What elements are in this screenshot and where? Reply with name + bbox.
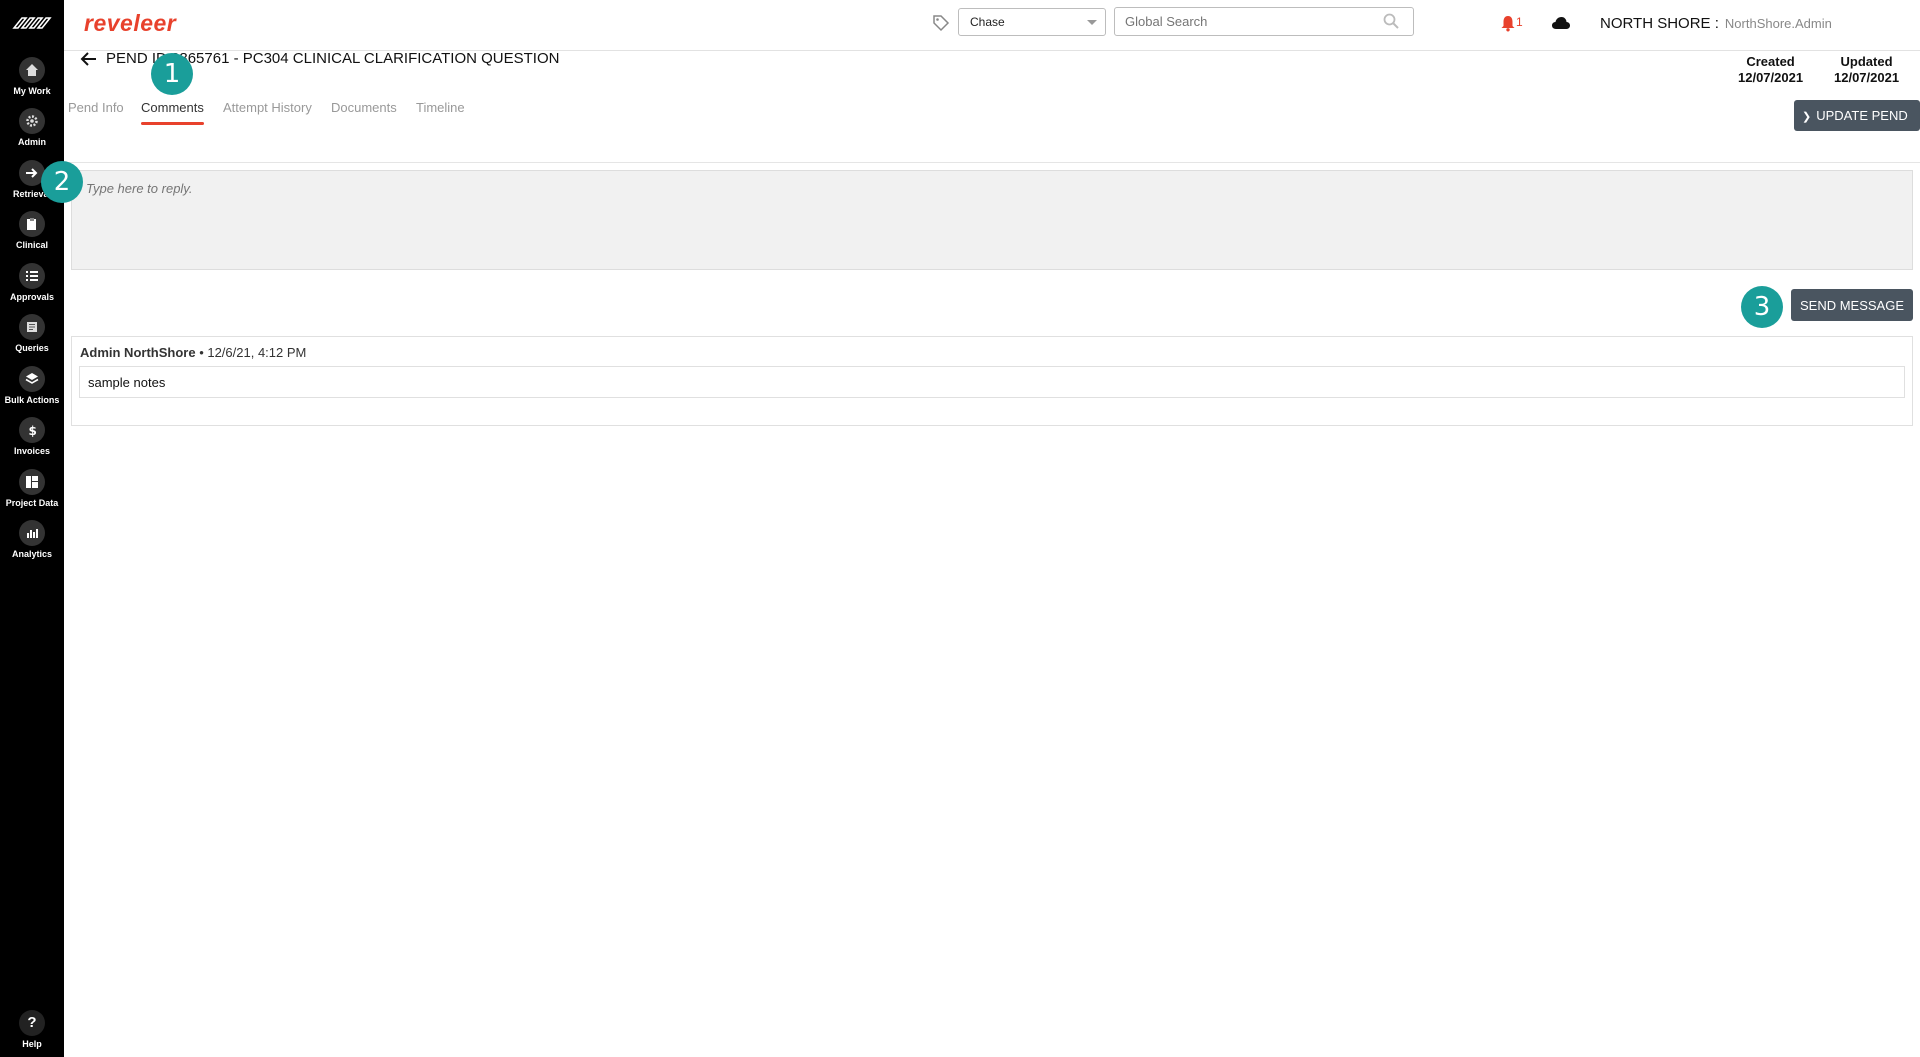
question-icon: ? xyxy=(19,1010,45,1036)
list-icon xyxy=(19,263,45,289)
sidebar-item-bulk-actions[interactable]: Bulk Actions xyxy=(0,366,64,414)
updated-date: 12/07/2021 xyxy=(1834,70,1900,85)
sidebar-item-label: My Work xyxy=(13,86,51,96)
chase-select[interactable]: Chase xyxy=(958,8,1106,36)
document-icon xyxy=(19,314,45,340)
reply-input[interactable] xyxy=(71,170,1913,270)
created-info: Created 12/07/2021 xyxy=(1738,54,1803,86)
home-icon xyxy=(19,57,45,83)
svg-text:$: $ xyxy=(29,424,37,437)
step-marker-1: 1 xyxy=(151,53,193,95)
sidebar: My Work Admin Retrieval Clinical Approva… xyxy=(0,0,64,1057)
sidebar-item-help[interactable]: ? Help xyxy=(0,1010,64,1049)
tab-documents[interactable]: Documents xyxy=(331,100,397,115)
sidebar-item-label: Project Data xyxy=(5,498,59,508)
org-user-info[interactable]: NORTH SHORE : NorthShore.Admin xyxy=(1600,15,1832,32)
sidebar-item-project-data[interactable]: Project Data xyxy=(0,469,64,517)
back-arrow-icon[interactable] xyxy=(80,51,98,67)
tab-attempt-history[interactable]: Attempt History xyxy=(223,100,312,115)
update-pend-label: UPDATE PEND xyxy=(1816,108,1908,123)
sidebar-item-invoices[interactable]: $ Invoices xyxy=(0,417,64,465)
chevron-down-icon xyxy=(1087,20,1097,25)
chart-icon xyxy=(19,520,45,546)
created-label: Created xyxy=(1746,54,1795,69)
divider xyxy=(64,162,1920,163)
clipboard-icon xyxy=(19,211,45,237)
sidebar-item-label: Approvals xyxy=(9,292,54,302)
tab-timeline[interactable]: Timeline xyxy=(416,100,465,115)
sidebar-item-analytics[interactable]: Analytics xyxy=(0,520,64,568)
org-name: NORTH SHORE : xyxy=(1600,15,1719,32)
gear-icon xyxy=(19,108,45,134)
chevron-down-icon: ❯ xyxy=(1802,111,1812,123)
search-icon[interactable] xyxy=(1383,13,1399,29)
send-message-button[interactable]: SEND MESSAGE xyxy=(1791,289,1913,321)
comment-author: Admin NorthShore xyxy=(80,345,196,360)
tab-pend-info[interactable]: Pend Info xyxy=(68,100,124,115)
brand-logo[interactable]: reveleer xyxy=(84,10,176,37)
app-logo-icon[interactable] xyxy=(12,12,52,36)
step-marker-2: 2 xyxy=(41,161,83,203)
comment-header: Admin NorthShore • 12/6/21, 4:12 PM xyxy=(80,345,306,360)
sidebar-item-label: Clinical xyxy=(15,240,48,250)
updated-info: Updated 12/07/2021 xyxy=(1834,54,1899,86)
tab-comments[interactable]: Comments xyxy=(141,100,204,125)
updated-label: Updated xyxy=(1840,54,1893,69)
chase-select-value: Chase xyxy=(970,15,1005,29)
cloud-icon[interactable] xyxy=(1551,15,1571,31)
sidebar-item-approvals[interactable]: Approvals xyxy=(0,263,64,311)
user-name: NorthShore.Admin xyxy=(1724,16,1832,31)
layers-icon xyxy=(19,366,45,392)
created-date: 12/07/2021 xyxy=(1738,70,1804,85)
step-marker-3: 3 xyxy=(1741,286,1783,328)
sidebar-item-label: Invoices xyxy=(13,446,51,456)
comment-list: Admin NorthShore • 12/6/21, 4:12 PM samp… xyxy=(71,336,1913,426)
comment-timestamp: • 12/6/21, 4:12 PM xyxy=(199,345,307,360)
grid-icon xyxy=(19,469,45,495)
global-search-input[interactable] xyxy=(1114,7,1414,36)
dollar-icon: $ xyxy=(19,417,45,443)
bell-icon[interactable] xyxy=(1500,14,1516,32)
notification-count: 1 xyxy=(1516,15,1523,29)
tag-icon xyxy=(933,15,950,32)
sidebar-item-label: Bulk Actions xyxy=(4,395,60,405)
sidebar-item-admin[interactable]: Admin xyxy=(0,108,64,156)
sidebar-item-label: Admin xyxy=(18,137,46,147)
sidebar-item-clinical[interactable]: Clinical xyxy=(0,211,64,259)
sidebar-item-label: Help xyxy=(22,1039,42,1049)
sidebar-item-queries[interactable]: Queries xyxy=(0,314,64,362)
sidebar-item-label: Analytics xyxy=(11,549,53,559)
comment-text: sample notes xyxy=(79,366,1905,398)
sidebar-item-label: Queries xyxy=(15,343,49,353)
sidebar-item-my-work[interactable]: My Work xyxy=(0,57,64,105)
update-pend-button[interactable]: ❯ UPDATE PEND xyxy=(1794,100,1920,131)
